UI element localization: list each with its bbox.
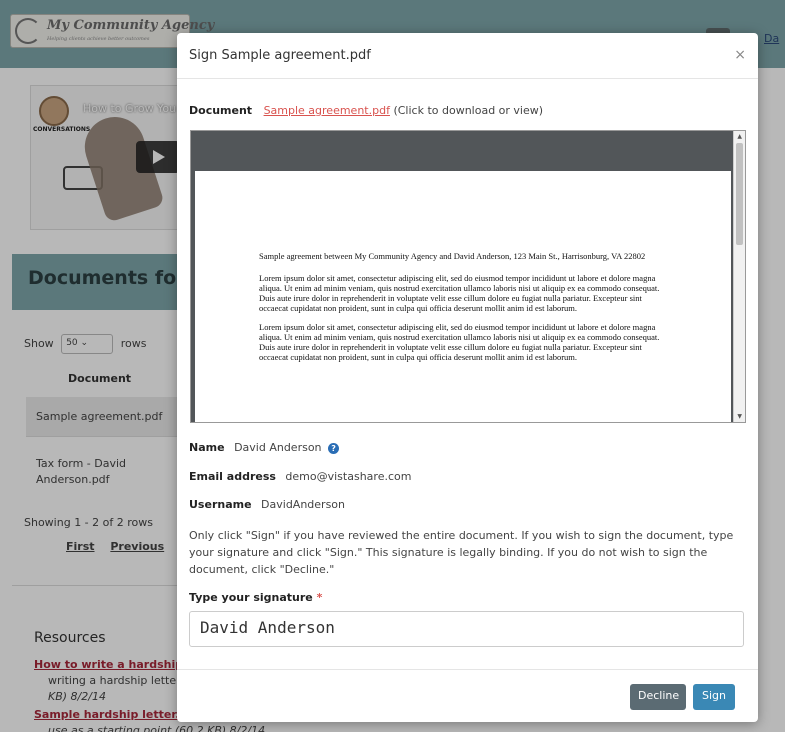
- name-value: David Anderson: [234, 441, 322, 454]
- email-value: demo@vistashare.com: [285, 470, 412, 483]
- document-label: Document: [189, 104, 253, 117]
- username-label: Username: [189, 498, 252, 511]
- email-label: Email address: [189, 470, 276, 483]
- pdf-paragraph: Lorem ipsum dolor sit amet, consectetur …: [259, 322, 660, 362]
- document-hint: (Click to download or view): [393, 104, 544, 117]
- name-row: Name David Anderson ?: [189, 441, 340, 454]
- modal-footer: Decline Sign: [177, 669, 758, 722]
- modal-header: Sign Sample agreement.pdf ×: [177, 33, 758, 79]
- pdf-paragraph: Lorem ipsum dolor sit amet, consectetur …: [259, 273, 660, 313]
- signature-label: Type your signature *: [189, 591, 322, 604]
- decline-button[interactable]: Decline: [630, 684, 686, 710]
- name-label: Name: [189, 441, 225, 454]
- help-icon[interactable]: ?: [328, 442, 340, 454]
- close-icon[interactable]: ×: [734, 47, 746, 63]
- pdf-page: Sample agreement between My Community Ag…: [195, 171, 731, 422]
- signature-input[interactable]: David Anderson: [189, 611, 744, 647]
- signature-label-text: Type your signature: [189, 591, 313, 604]
- username-value: DavidAnderson: [261, 498, 346, 511]
- scroll-up-icon[interactable]: ▲: [737, 133, 742, 140]
- document-row: Document Sample agreement.pdf (Click to …: [189, 104, 543, 117]
- pdf-viewer[interactable]: Sample agreement between My Community Ag…: [190, 130, 746, 423]
- pdf-scrollbar[interactable]: ▲ ▼: [733, 131, 745, 422]
- email-row: Email address demo@vistashare.com: [189, 470, 411, 483]
- pdf-intro: Sample agreement between My Community Ag…: [259, 251, 646, 261]
- required-marker: *: [316, 591, 323, 604]
- scroll-thumb[interactable]: [736, 143, 743, 245]
- signing-instructions: Only click "Sign" if you have reviewed t…: [189, 529, 734, 576]
- sign-button[interactable]: Sign: [693, 684, 735, 710]
- scroll-down-icon[interactable]: ▼: [737, 413, 742, 420]
- username-row: Username DavidAnderson: [189, 498, 345, 511]
- modal-title: Sign Sample agreement.pdf: [189, 48, 371, 63]
- document-download-link[interactable]: Sample agreement.pdf: [264, 104, 390, 117]
- sign-document-modal: Sign Sample agreement.pdf × Document Sam…: [177, 33, 758, 722]
